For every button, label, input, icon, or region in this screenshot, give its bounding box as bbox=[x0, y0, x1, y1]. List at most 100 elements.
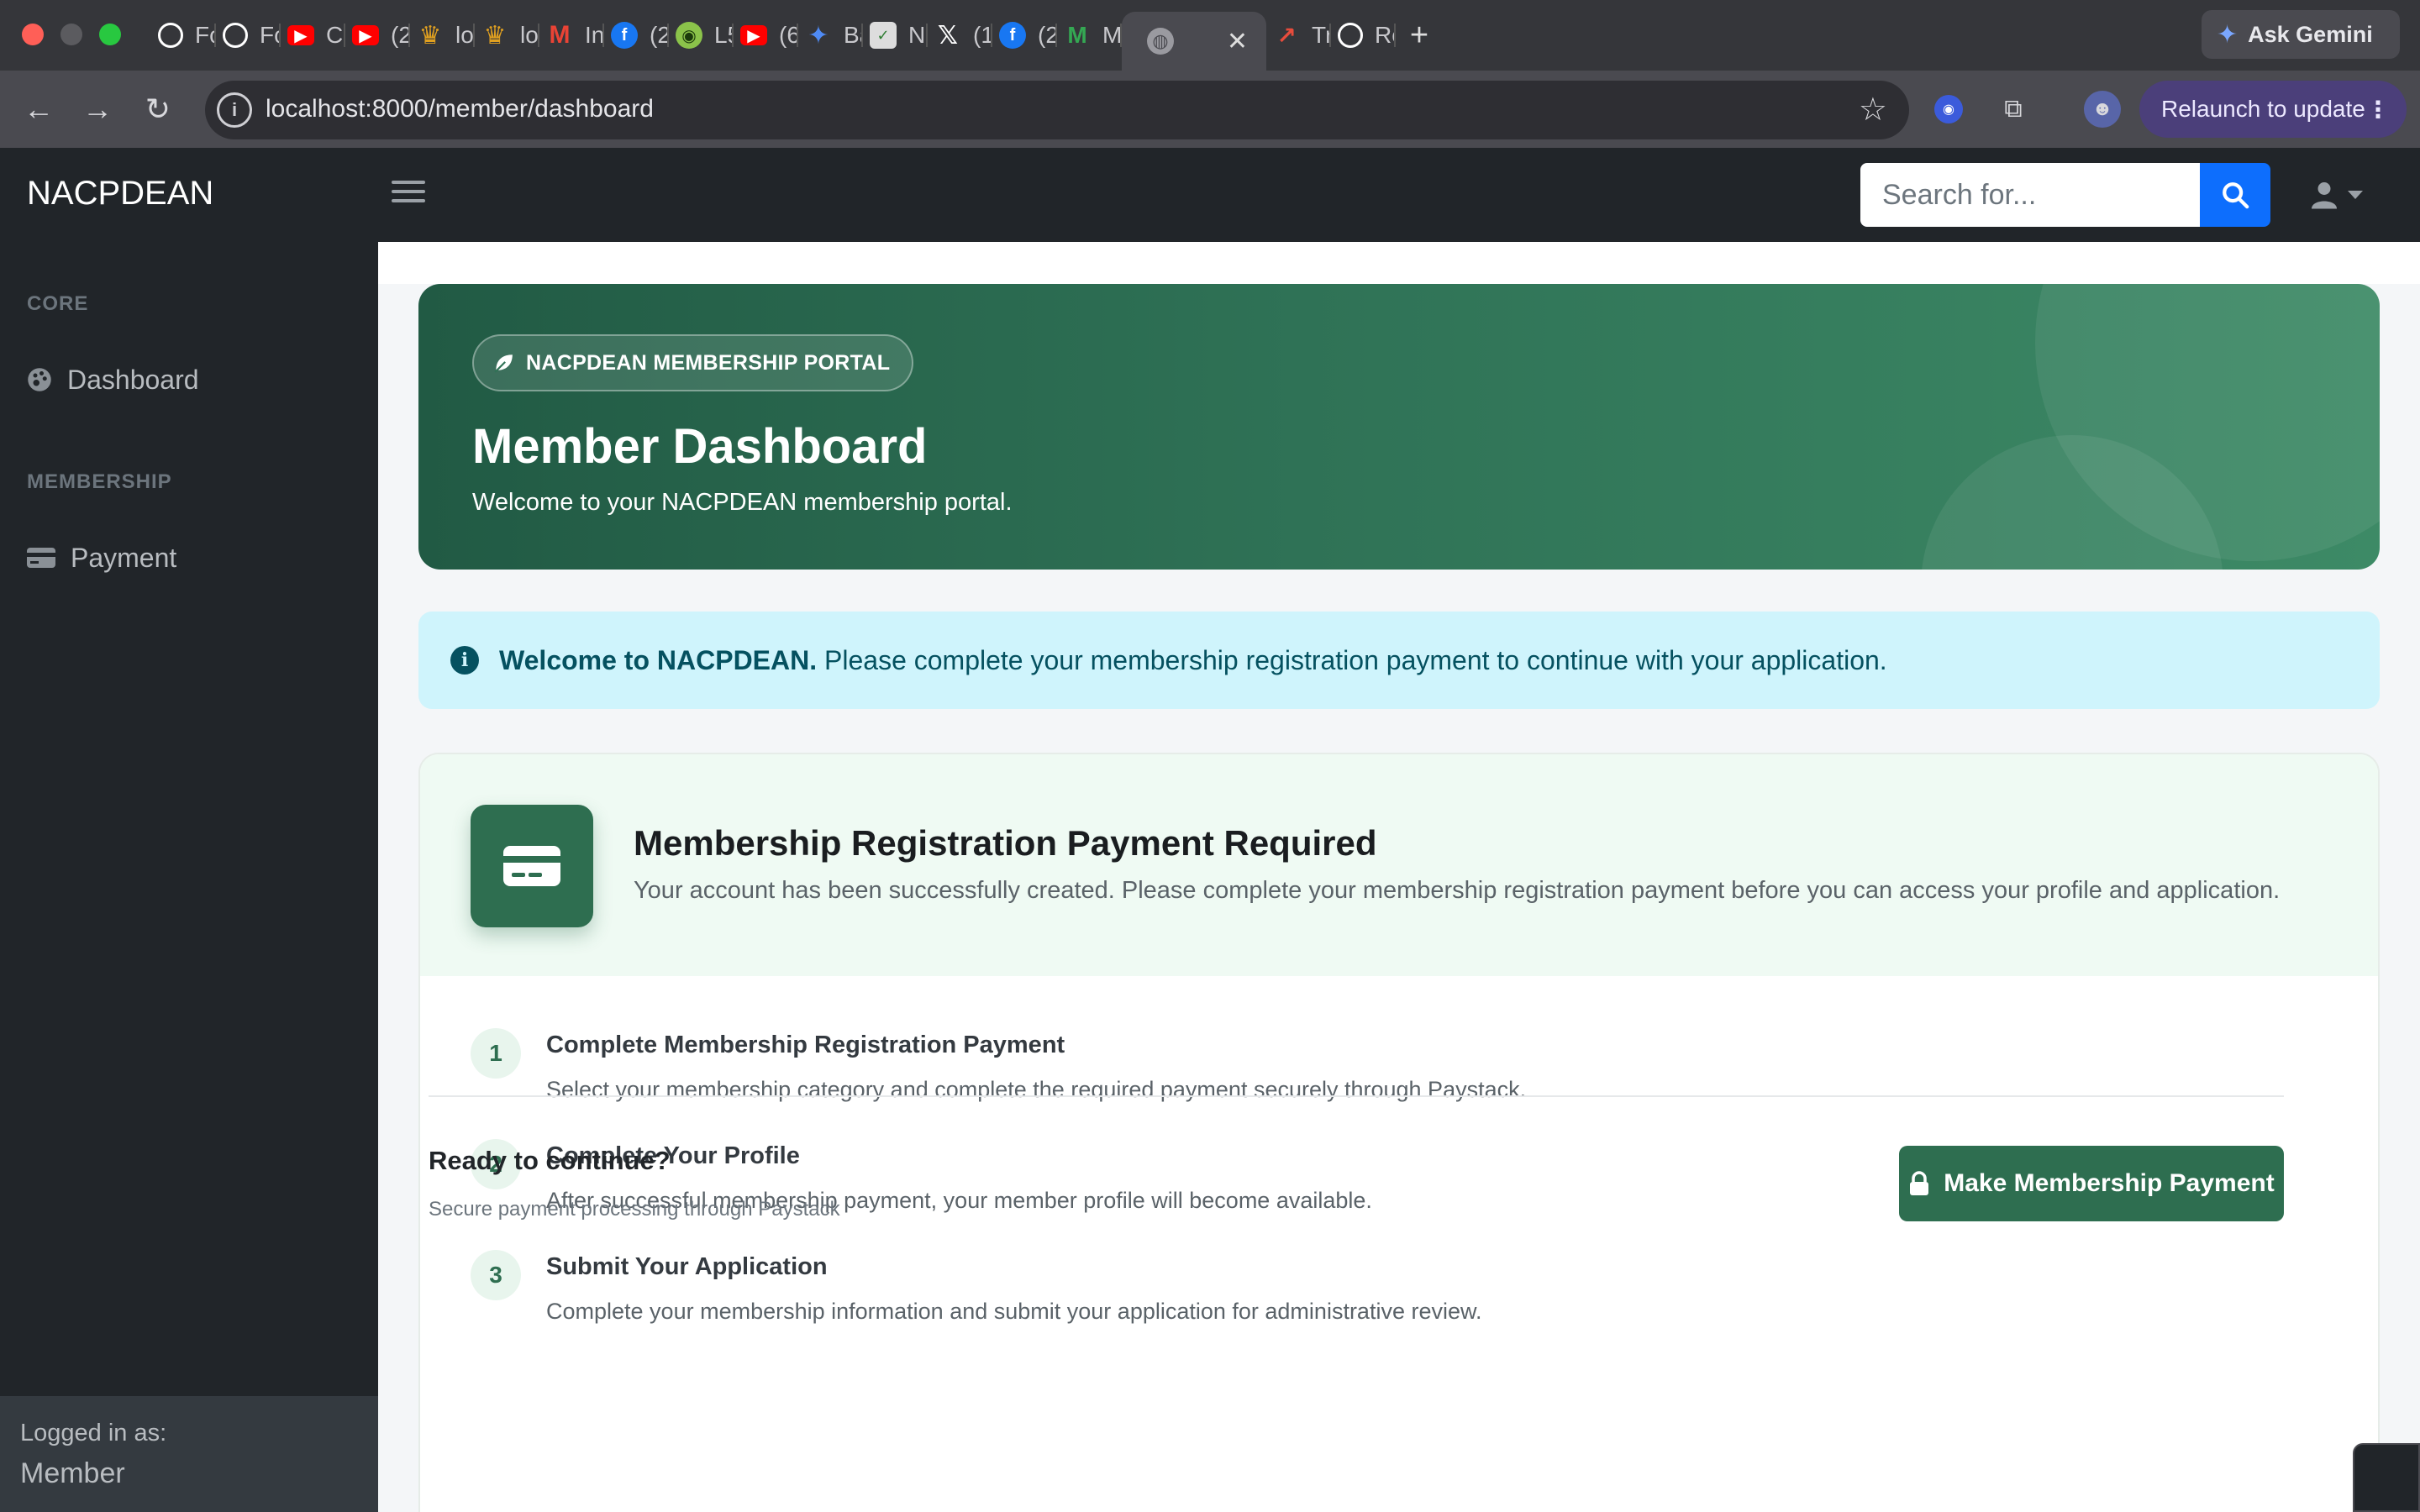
sidebar-heading-core: CORE bbox=[27, 292, 89, 315]
sidebar-item-payment[interactable]: Payment bbox=[27, 533, 176, 583]
ready-title: Ready to continue? bbox=[429, 1146, 671, 1175]
openai-icon bbox=[158, 23, 183, 48]
search-icon bbox=[2223, 182, 2249, 209]
crown-icon: ♛ bbox=[418, 21, 442, 50]
portal-badge-label: NACPDEAN MEMBERSHIP PORTAL bbox=[526, 350, 891, 375]
step-item: 3 Submit Your Application Complete your … bbox=[471, 1250, 2319, 1342]
x-icon: 𝕏 bbox=[937, 21, 959, 50]
portal-badge: NACPDEAN MEMBERSHIP PORTAL bbox=[472, 334, 914, 391]
credit-card-icon bbox=[27, 548, 55, 568]
step-description: Complete your membership information and… bbox=[546, 1299, 1482, 1324]
tab-label: Rei bbox=[1375, 22, 1396, 48]
youtube-icon: ▶ bbox=[287, 25, 314, 45]
tab-label: (20 bbox=[1038, 22, 1057, 48]
browser-tab[interactable]: ✦ Bal bbox=[798, 12, 863, 59]
forward-arrow-icon[interactable]: → bbox=[77, 89, 118, 129]
browser-tab[interactable]: ▶ (29 bbox=[345, 12, 410, 59]
info-alert: i Welcome to NACPDEAN. Please complete y… bbox=[418, 612, 2380, 709]
tab-label: Bal bbox=[844, 22, 863, 48]
tab-label: Tre bbox=[1312, 22, 1331, 48]
facebook-icon: f bbox=[999, 22, 1026, 49]
alert-text: Please complete your membership registra… bbox=[817, 644, 1887, 675]
browser-toolbar: ← → ↻ i localhost:8000/member/dashboard … bbox=[0, 71, 2420, 148]
address-bar[interactable]: i localhost:8000/member/dashboard ☆ bbox=[205, 81, 1909, 139]
trend-icon: ↗ bbox=[1276, 22, 1297, 49]
make-membership-payment-button[interactable]: Make Membership Payment bbox=[1899, 1146, 2284, 1221]
payment-card-description: Your account has been successfully creat… bbox=[634, 877, 2281, 904]
window-zoom-button[interactable] bbox=[99, 24, 121, 45]
palette-icon bbox=[28, 368, 51, 391]
credit-card-icon bbox=[503, 846, 560, 886]
browser-tabs: For For ▶ Ch ▶ (29 ♛ loc ♛ loc M Inb f (20 ◉ L5… bbox=[151, 12, 1443, 71]
browser-tab[interactable]: 𝕏 (1) bbox=[928, 12, 992, 59]
tab-label: NM bbox=[908, 22, 928, 48]
browser-tab[interactable]: ↗ Tre bbox=[1266, 12, 1331, 59]
bookmark-star-icon[interactable]: ☆ bbox=[1859, 91, 1887, 129]
payment-card-header: Membership Registration Payment Required… bbox=[420, 754, 2378, 976]
main-content: NACPDEAN MEMBERSHIP PORTAL Member Dashbo… bbox=[378, 242, 2420, 1512]
new-tab-button[interactable]: + bbox=[1396, 18, 1443, 54]
mail-icon: M bbox=[1067, 22, 1087, 48]
more-vert-icon[interactable]: ⋮ bbox=[2366, 96, 2390, 123]
browser-tab[interactable]: ♛ loc bbox=[475, 12, 539, 59]
reload-icon[interactable]: ↻ bbox=[138, 89, 178, 129]
relaunch-update-button[interactable]: Relaunch to update ⋮ bbox=[2139, 81, 2407, 138]
browser-tab[interactable]: M Ma bbox=[1057, 12, 1122, 59]
profile-avatar-icon[interactable]: ☻ bbox=[2084, 91, 2121, 128]
window-minimize-button[interactable] bbox=[60, 24, 82, 45]
gemini-icon: ✦ bbox=[808, 21, 829, 50]
puzzle-extensions-icon[interactable]: ⧉ bbox=[1995, 91, 2032, 128]
step-title: Submit Your Application bbox=[546, 1253, 828, 1280]
back-arrow-icon[interactable]: ← bbox=[18, 89, 59, 129]
user-dropdown[interactable] bbox=[2309, 173, 2370, 217]
logged-in-label: Logged in as: bbox=[20, 1420, 167, 1446]
browser-tab[interactable]: M Inb bbox=[539, 12, 604, 59]
address-url[interactable]: localhost:8000/member/dashboard bbox=[266, 95, 654, 123]
browser-tab[interactable]: For bbox=[216, 12, 281, 59]
search-input[interactable] bbox=[1860, 163, 2200, 227]
leaf-icon bbox=[494, 354, 513, 373]
browser-tab[interactable]: ◉ L5 bbox=[669, 12, 734, 59]
sidebar-item-label: Dashboard bbox=[67, 364, 199, 395]
sidebar-footer: Logged in as: Member bbox=[0, 1396, 378, 1512]
browser-tab[interactable]: ✓ NM bbox=[863, 12, 928, 59]
tab-label: For bbox=[260, 22, 281, 48]
card-divider bbox=[429, 1095, 2284, 1097]
tab-close-icon[interactable]: ✕ bbox=[1227, 27, 1248, 56]
payment-card-icon-tile bbox=[471, 805, 593, 927]
browser-tab[interactable]: f (20 bbox=[604, 12, 669, 59]
info-circle-icon: i bbox=[450, 646, 479, 675]
browser-tab[interactable]: f (20 bbox=[992, 12, 1057, 59]
page-subtitle: Welcome to your NACPDEAN membership port… bbox=[472, 489, 1013, 516]
sidebar-heading-membership: MEMBERSHIP bbox=[27, 470, 172, 493]
ask-gemini-button[interactable]: ✦ Ask Gemini bbox=[2202, 10, 2400, 59]
browser-tab-active[interactable]: ◍ ✕ bbox=[1122, 12, 1266, 71]
extension-icon[interactable]: ◉ bbox=[1934, 95, 1963, 123]
step-number: 1 bbox=[471, 1028, 521, 1079]
payment-required-card: Membership Registration Payment Required… bbox=[418, 753, 2380, 1512]
globe-icon: ◍ bbox=[1147, 28, 1174, 55]
browser-tab[interactable]: ▶ (67 bbox=[734, 12, 798, 59]
sidebar-toggle-icon[interactable] bbox=[392, 175, 425, 208]
browser-tab[interactable]: ▶ Ch bbox=[281, 12, 345, 59]
logged-in-user: Member bbox=[20, 1457, 125, 1489]
gmail-icon: M bbox=[549, 21, 571, 49]
navbar-brand[interactable]: NACPDEAN bbox=[27, 175, 213, 213]
payment-button-label: Make Membership Payment bbox=[1944, 1169, 2275, 1197]
tab-label: L5 bbox=[714, 22, 734, 48]
browser-tab[interactable]: For bbox=[151, 12, 216, 59]
window-close-button[interactable] bbox=[22, 24, 44, 45]
tab-label: Ma bbox=[1102, 22, 1122, 48]
search-button[interactable] bbox=[2200, 163, 2270, 227]
browser-tab[interactable]: ♛ loc bbox=[410, 12, 475, 59]
step-number: 3 bbox=[471, 1250, 521, 1300]
floating-widget[interactable] bbox=[2353, 1443, 2420, 1512]
step-item: 1 Complete Membership Registration Payme… bbox=[471, 1028, 2319, 1121]
sidebar-item-dashboard[interactable]: Dashboard bbox=[27, 354, 199, 405]
youtube-icon: ▶ bbox=[352, 25, 379, 45]
site-info-icon[interactable]: i bbox=[217, 92, 252, 128]
browser-tab[interactable]: Rei bbox=[1331, 12, 1396, 59]
ask-gemini-label: Ask Gemini bbox=[2248, 21, 2373, 47]
youtube-icon: ▶ bbox=[740, 25, 767, 45]
ready-subtitle: Secure payment processing through Paysta… bbox=[429, 1198, 840, 1221]
